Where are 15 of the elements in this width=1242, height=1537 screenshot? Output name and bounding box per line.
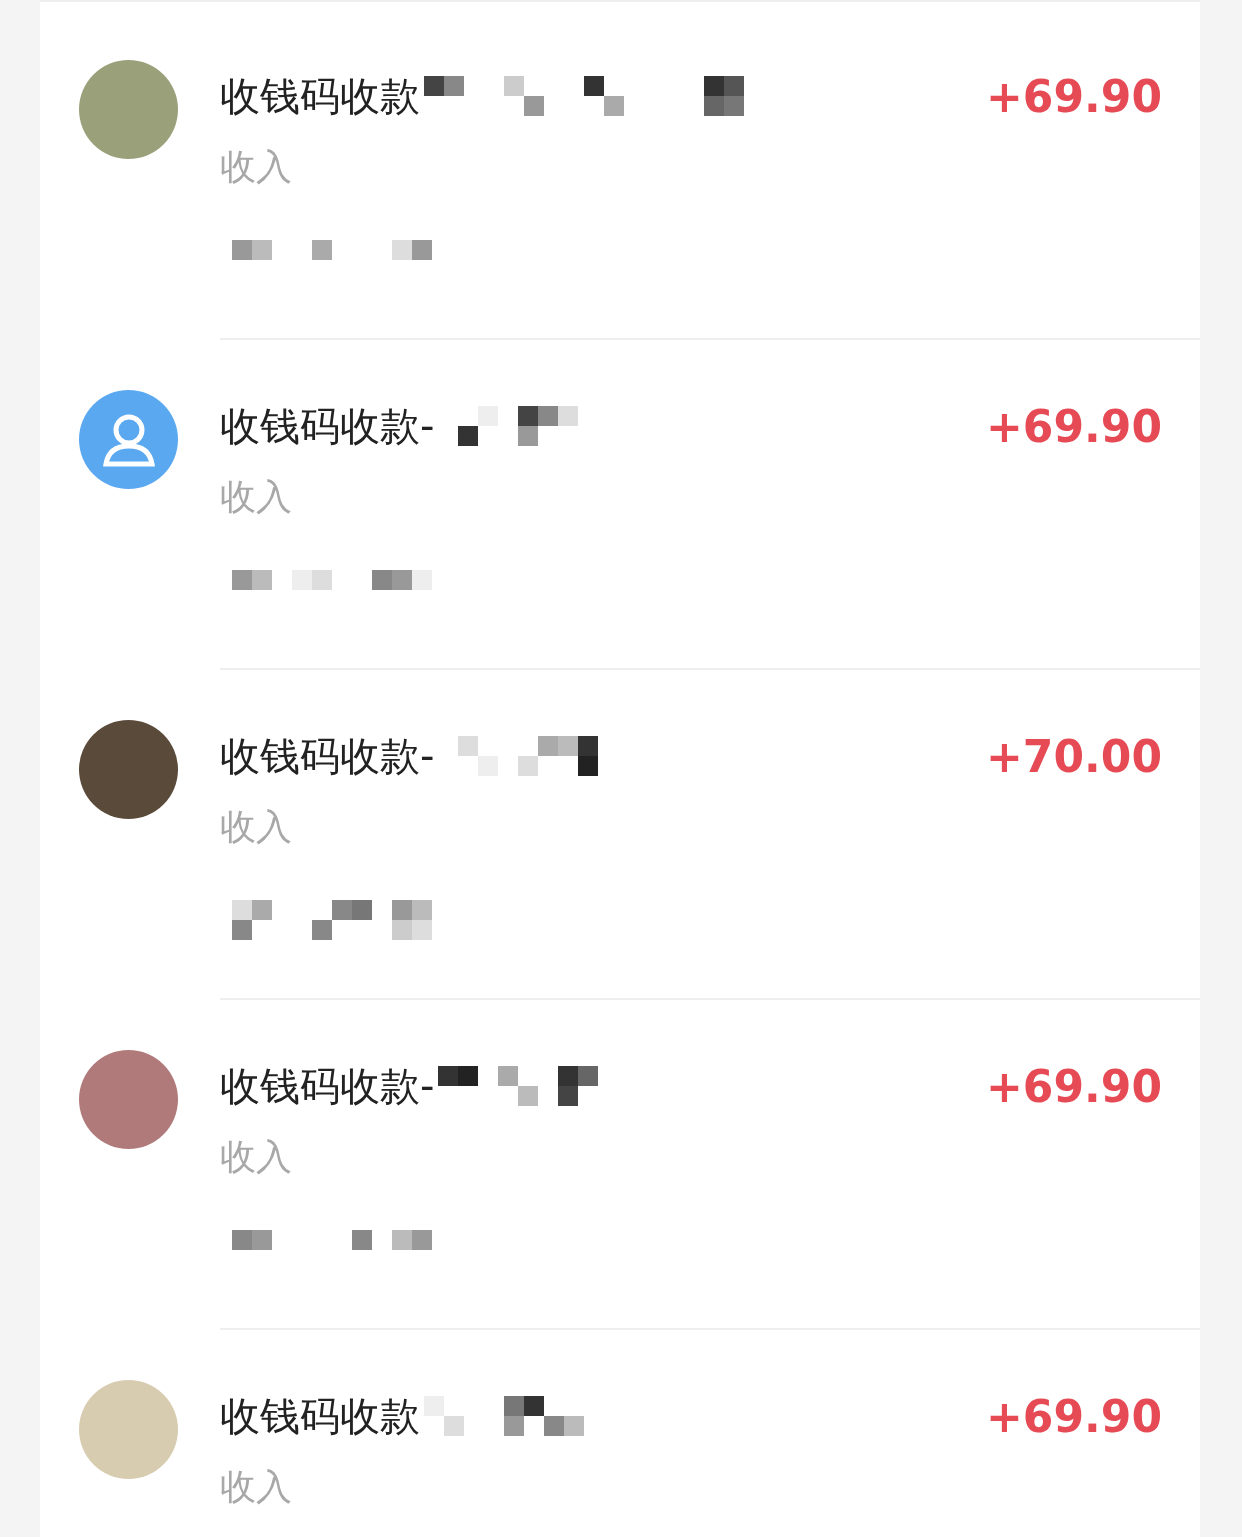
transaction-type: 收入 [220, 1135, 292, 1179]
transaction-type: 收入 [220, 1465, 292, 1509]
amount: +70.00 [985, 730, 1162, 782]
transaction-title: 收钱码收款 [220, 1391, 420, 1441]
amount: +69.90 [985, 70, 1162, 122]
amount: +69.90 [985, 1060, 1162, 1112]
amount: +69.90 [985, 1390, 1162, 1442]
transaction-type: 收入 [220, 475, 292, 519]
transaction-type: 收入 [220, 805, 292, 849]
transaction-type: 收入 [220, 145, 292, 189]
amount: +69.90 [985, 400, 1162, 452]
transaction-title: 收钱码收款- [220, 731, 435, 781]
transaction-title: 收钱码收款 [220, 71, 420, 121]
transaction-title: 收钱码收款- [220, 1061, 435, 1111]
transaction-title: 收钱码收款- [220, 401, 435, 451]
